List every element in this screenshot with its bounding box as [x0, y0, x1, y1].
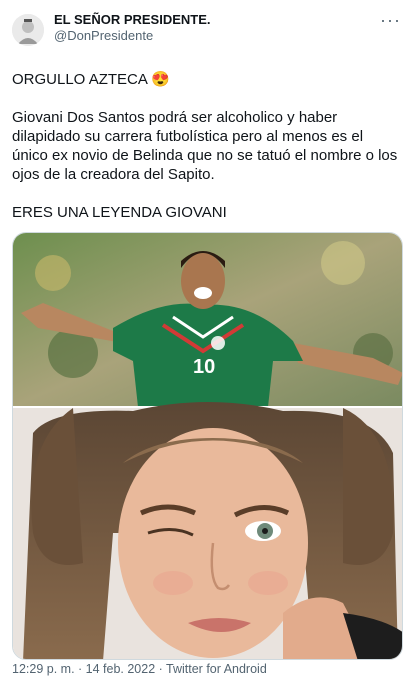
tweet-headline: ORGULLO AZTECA: [12, 71, 148, 88]
tweet-body: Giovani Dos Santos podrá ser alcoholico …: [12, 109, 398, 183]
photo-footballer: 10: [13, 233, 402, 407]
more-options-icon[interactable]: ···: [380, 11, 401, 29]
tweet-timestamp[interactable]: 12:29 p. m. · 14 feb. 2022 · Twitter for…: [12, 662, 267, 676]
photo-selfie: [13, 402, 402, 659]
tweet-card: EL SEÑOR PRESIDENTE. @DonPresidente ··· …: [0, 0, 415, 682]
tweet-text-line1: ORGULLO AZTECA 😍: [12, 70, 403, 89]
media-photos: 10: [13, 233, 402, 659]
tweet-closing: ERES UNA LEYENDA GIOVANI: [12, 204, 227, 221]
user-handle[interactable]: @DonPresidente: [54, 28, 211, 44]
tweet-media[interactable]: 10: [12, 232, 403, 660]
jersey-number: 10: [193, 356, 215, 378]
user-block: EL SEÑOR PRESIDENTE. @DonPresidente: [54, 12, 211, 44]
tweet-header: EL SEÑOR PRESIDENTE. @DonPresidente: [12, 12, 403, 52]
display-name[interactable]: EL SEÑOR PRESIDENTE.: [54, 12, 211, 28]
avatar[interactable]: [12, 14, 44, 46]
heart-eyes-emoji: 😍: [151, 71, 170, 88]
